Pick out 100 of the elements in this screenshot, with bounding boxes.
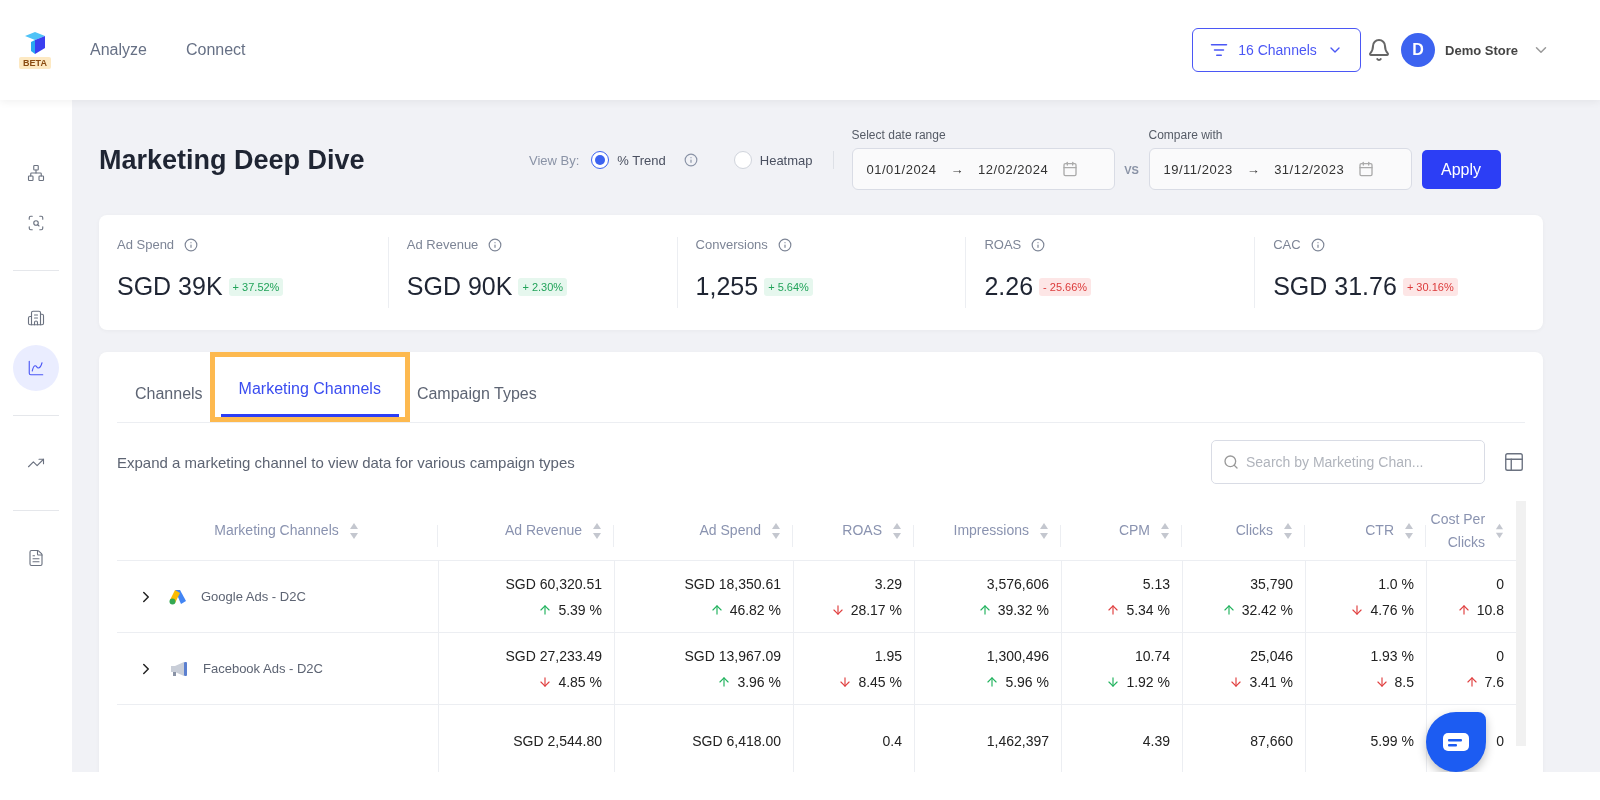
metric-value: 3.29 — [874, 575, 902, 592]
column-header[interactable]: ROAS — [842, 519, 882, 542]
change-value: 28.17 % — [830, 601, 902, 618]
tab[interactable]: Channels — [117, 362, 221, 422]
tab[interactable]: Campaign Types — [398, 362, 555, 422]
info-icon[interactable] — [1310, 237, 1325, 252]
change-value: 32.42 % — [1221, 601, 1293, 618]
compare-label: Compare with — [1148, 128, 1224, 142]
metric-value: 1.0 % — [1378, 575, 1414, 592]
arrow-up-icon — [1456, 602, 1471, 617]
view-radio[interactable]: Heatmap — [733, 151, 813, 169]
change-value: 5.39 % — [538, 601, 602, 618]
change-value: 1.92 % — [1106, 673, 1170, 690]
metric-value: SGD 18,350.61 — [684, 575, 781, 592]
column-header[interactable]: CTR — [1365, 519, 1394, 542]
document-icon — [27, 549, 45, 567]
info-icon[interactable] — [488, 237, 503, 252]
change-value: 4.76 % — [1350, 601, 1414, 618]
megaphone-icon — [169, 660, 189, 677]
nav-link[interactable]: Connect — [185, 41, 246, 59]
google-ads-icon — [169, 588, 187, 605]
change-value: 8.45 % — [838, 673, 902, 690]
column-header[interactable]: Impressions — [953, 519, 1029, 542]
view-by-label: View By: — [529, 152, 580, 168]
change-value: 3.41 % — [1229, 673, 1293, 690]
nodes-icon — [27, 164, 45, 182]
change-value: 10.8 — [1456, 601, 1504, 618]
columns-button[interactable] — [1503, 451, 1525, 473]
kpi-label: Ad Spend — [117, 237, 175, 252]
apply-button[interactable]: Apply — [1421, 150, 1501, 189]
change-value: 7.6 — [1464, 673, 1504, 690]
change-value: 4.85 % — [538, 673, 602, 690]
info-icon[interactable] — [184, 237, 199, 252]
metric-value: 0 — [1496, 732, 1504, 749]
info-icon[interactable] — [683, 153, 698, 167]
column-header[interactable]: Clicks — [1235, 519, 1273, 542]
metric-value: 1,462,397 — [986, 732, 1049, 749]
change-chip: - 25.66% — [1039, 277, 1092, 296]
change-chip: + 37.52% — [228, 277, 284, 296]
metric-value: 25,046 — [1250, 647, 1293, 664]
metric-value: 10.74 — [1134, 647, 1170, 664]
metric-value: 3,576,606 — [986, 575, 1049, 592]
channel-filter-dropdown[interactable]: 16 Channels — [1192, 28, 1362, 72]
kpi-value: 1,255 — [695, 272, 759, 301]
view-radio[interactable]: % Trend — [591, 151, 666, 169]
change-value: 8.5 — [1374, 673, 1414, 690]
metric-value: 0 — [1496, 647, 1504, 664]
metric-value: SGD 6,418.00 — [692, 732, 781, 749]
column-header[interactable]: Cost Per Clicks — [1426, 508, 1486, 553]
metric-value: 1.93 % — [1370, 647, 1414, 664]
kpi-value: SGD 39K — [117, 272, 223, 301]
beta-badge: BETA — [19, 57, 51, 69]
vs-label: VS — [1123, 164, 1140, 176]
date-range-label: Select date range — [851, 128, 947, 142]
info-icon[interactable] — [777, 237, 792, 252]
arrow-up-icon — [1464, 674, 1479, 689]
column-header[interactable]: Marketing Channels — [214, 519, 339, 542]
search-chart-icon — [27, 214, 45, 232]
metric-value: 5.13 — [1142, 575, 1170, 592]
bell-icon[interactable] — [1367, 38, 1392, 62]
info-icon[interactable] — [1031, 237, 1046, 252]
calendar-icon — [1358, 161, 1375, 177]
hint-text: Expand a marketing channel to view data for various campaign types — [117, 453, 576, 471]
columns-icon — [1503, 451, 1525, 473]
filter-icon — [1210, 41, 1229, 59]
nav-link[interactable]: Analyze — [90, 41, 147, 59]
change-value: 39.32 % — [977, 601, 1049, 618]
metric-value: 0 — [1496, 575, 1504, 592]
column-header[interactable]: CPM — [1118, 519, 1150, 542]
metric-value: 35,790 — [1250, 575, 1293, 592]
column-header[interactable]: Ad Spend — [699, 519, 761, 542]
kpi-label: Conversions — [695, 237, 768, 252]
kpi-label: CAC — [1273, 237, 1301, 252]
change-chip: + 5.64% — [764, 277, 813, 296]
kpi-value: 2.26 — [984, 272, 1034, 301]
user-name[interactable]: Demo Store — [1445, 42, 1518, 58]
compare-date-field[interactable]: 19/11/2023 → 31/12/2023 — [1148, 148, 1412, 190]
column-header[interactable]: Ad Revenue — [504, 519, 582, 542]
metric-value: 0.4 — [882, 732, 902, 749]
search-field[interactable]: Search by Marketing Chan... — [1211, 440, 1485, 484]
chat-icon — [1443, 733, 1469, 751]
tab[interactable]: Marketing Channels — [220, 357, 399, 417]
metric-value: 87,660 — [1250, 732, 1293, 749]
channel-name[interactable]: Facebook Ads - D2C — [203, 661, 323, 676]
change-value: 5.96 % — [985, 673, 1049, 690]
channel-name[interactable]: Google Ads - D2C — [201, 589, 306, 604]
change-value: 5.34 % — [1106, 601, 1170, 618]
user-avatar[interactable]: D — [1401, 33, 1436, 67]
kpi-value: SGD 90K — [406, 272, 513, 301]
metric-value: 1,300,496 — [986, 647, 1049, 664]
change-chip: + 30.16% — [1402, 277, 1458, 296]
date-range-field[interactable]: 01/01/2024 → 12/02/2024 — [851, 148, 1115, 190]
page-title: Marketing Deep Dive — [99, 145, 366, 176]
metric-value: 4.39 — [1142, 732, 1170, 749]
kpi-value: SGD 31.76 — [1273, 272, 1397, 301]
sidebar-item[interactable] — [13, 345, 59, 391]
kpi-label: Ad Revenue — [406, 237, 479, 252]
change-value: 46.82 % — [709, 601, 781, 618]
metric-value: SGD 27,233.49 — [505, 647, 602, 664]
kpi-label: ROAS — [984, 237, 1022, 252]
